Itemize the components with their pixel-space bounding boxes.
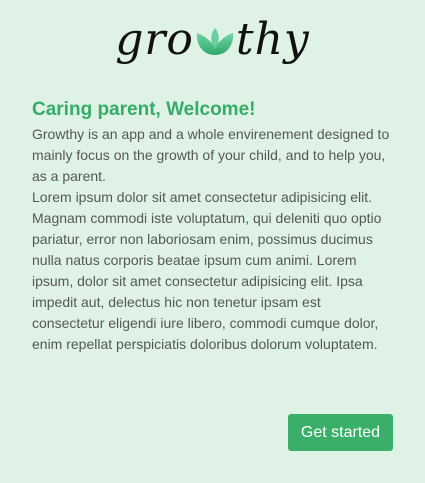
logo-text-left: gro [115, 14, 194, 65]
body-paragraph: Lorem ipsum dolor sit amet consectetur a… [32, 189, 382, 352]
lotus-leaf-icon [195, 25, 235, 59]
logo-text-right: thy [235, 14, 310, 65]
welcome-section: Caring parent, Welcome! Growthy is an ap… [32, 96, 394, 355]
app-logo: gro thy [0, 8, 425, 72]
get-started-button[interactable]: Get started [288, 414, 393, 451]
intro-paragraph: Growthy is an app and a whole envireneme… [32, 126, 390, 184]
welcome-title: Caring parent, Welcome! [32, 99, 256, 120]
